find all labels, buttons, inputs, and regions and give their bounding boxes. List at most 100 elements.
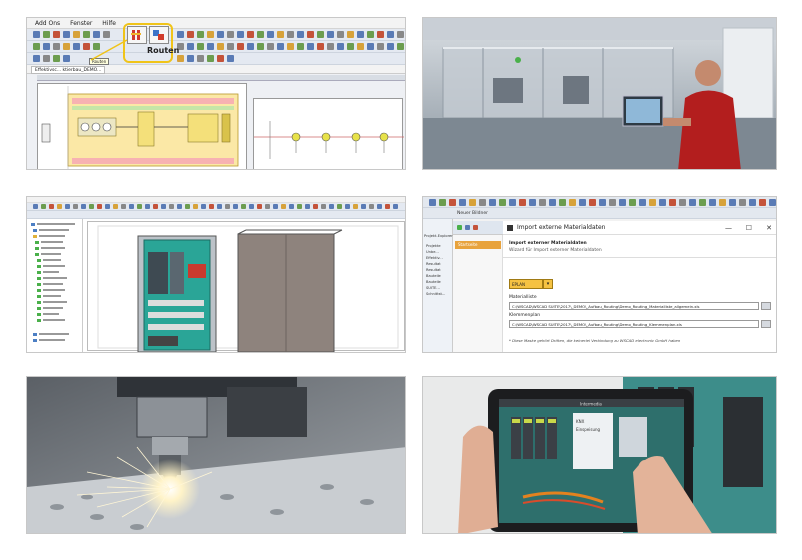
toolbar-icon[interactable] <box>187 55 194 62</box>
toolbar-icon[interactable] <box>257 31 264 38</box>
toolbar-icon[interactable] <box>337 31 344 38</box>
toolbar-icon[interactable] <box>145 204 150 209</box>
toolbar-icon[interactable] <box>247 31 254 38</box>
toolbar-icon[interactable] <box>559 199 566 206</box>
toolbar-icon[interactable] <box>73 31 80 38</box>
toolbar-icon[interactable] <box>287 31 294 38</box>
toolbar-icon[interactable] <box>53 55 60 62</box>
toolbar-icon[interactable] <box>361 204 366 209</box>
toolbar-icon[interactable] <box>33 55 40 62</box>
toolbar-icon[interactable] <box>393 204 398 209</box>
toolbar-icon[interactable] <box>357 31 364 38</box>
toolbar-icon[interactable] <box>519 199 526 206</box>
toolbar-icon[interactable] <box>549 199 556 206</box>
toolbar-icon[interactable] <box>273 204 278 209</box>
toolbar-icon[interactable] <box>769 199 776 206</box>
toolbar-icon[interactable] <box>129 204 134 209</box>
toolbar-icon[interactable] <box>347 31 354 38</box>
toolbar-icon[interactable] <box>347 43 354 50</box>
toolbar-icon[interactable] <box>317 43 324 50</box>
toolbar-icon[interactable] <box>237 31 244 38</box>
toolbar-icon[interactable] <box>169 204 174 209</box>
toolbar-icon[interactable] <box>187 43 194 50</box>
toolbar-icon[interactable] <box>113 204 118 209</box>
toolbar-icon[interactable] <box>63 31 70 38</box>
toolbar-icon[interactable] <box>489 199 496 206</box>
toolbar-icon[interactable] <box>233 204 238 209</box>
toolbar-icon[interactable] <box>305 204 310 209</box>
clamp-plan-path[interactable]: C:\WSCAD\WSCAD SUITE\2017\_DEMO\_Aufbau_… <box>509 320 759 328</box>
toolbar-icon[interactable] <box>41 204 46 209</box>
toolbar-icon[interactable] <box>197 55 204 62</box>
toolbar-icon[interactable] <box>297 31 304 38</box>
toolbar-icon[interactable] <box>43 43 50 50</box>
toolbar-icon[interactable] <box>679 199 686 206</box>
toolbar-icon[interactable] <box>385 204 390 209</box>
toolbar-icon[interactable] <box>729 199 736 206</box>
toolbar-icon[interactable] <box>53 31 60 38</box>
document-tab[interactable]: Effektivsc... ktierbau_DEMO... <box>31 66 106 74</box>
toolbar-icon[interactable] <box>689 199 696 206</box>
browse-clamp-button[interactable] <box>761 320 771 328</box>
toolbar-icon[interactable] <box>499 199 506 206</box>
toolbar-icon[interactable] <box>469 199 476 206</box>
toolbar-icon[interactable] <box>33 31 40 38</box>
toolbar-icon[interactable] <box>569 199 576 206</box>
toolbar-icon[interactable] <box>267 43 274 50</box>
toolbar-icon[interactable] <box>327 43 334 50</box>
toolbar-icon[interactable] <box>759 199 766 206</box>
toolbar-icon[interactable] <box>317 31 324 38</box>
toolbar-icon[interactable] <box>227 31 234 38</box>
toolbar-icon[interactable] <box>185 204 190 209</box>
toolbar-icon[interactable] <box>599 199 606 206</box>
toolbar-icon[interactable] <box>217 43 224 50</box>
toolbar-icon[interactable] <box>265 204 270 209</box>
material-list-path[interactable]: C:\WSCAD\WSCAD SUITE\2017\_DEMO\_Aufbau_… <box>509 302 759 310</box>
toolbar-icon[interactable] <box>353 204 358 209</box>
toolbar-icon[interactable] <box>281 204 286 209</box>
toolbar-icon[interactable] <box>397 31 404 38</box>
toolbar-icon[interactable] <box>429 199 436 206</box>
toolbar-icon[interactable] <box>53 43 60 50</box>
toolbar-icon[interactable] <box>619 199 626 206</box>
toolbar-icon[interactable] <box>63 43 70 50</box>
toolbar-icon[interactable] <box>73 204 78 209</box>
toolbar-icon[interactable] <box>329 204 334 209</box>
toolbar-icon[interactable] <box>529 199 536 206</box>
toolbar-icon[interactable] <box>377 31 384 38</box>
toolbar-icon[interactable] <box>327 31 334 38</box>
toolbar-icon[interactable] <box>193 204 198 209</box>
toolbar-icon[interactable] <box>161 204 166 209</box>
toolbar-icon[interactable] <box>297 43 304 50</box>
toolbar-icon[interactable] <box>257 43 264 50</box>
chevron-down-icon[interactable]: ▾ <box>543 279 553 289</box>
toolbar-icon[interactable] <box>629 199 636 206</box>
toolbar-icon[interactable] <box>719 199 726 206</box>
menu-hilfe[interactable]: Hilfe <box>102 20 116 27</box>
toolbar-icon[interactable] <box>249 204 254 209</box>
toolbar-icon[interactable] <box>207 31 214 38</box>
routing-button[interactable] <box>127 26 147 44</box>
toolbar-icon[interactable] <box>387 43 394 50</box>
toolbar-icon[interactable] <box>709 199 716 206</box>
toolbar-icon[interactable] <box>257 204 262 209</box>
minimize-button[interactable]: — <box>725 221 732 235</box>
toolbar-icon[interactable] <box>57 204 62 209</box>
toolbar-icon[interactable] <box>479 199 486 206</box>
toolbar-icon[interactable] <box>609 199 616 206</box>
tree-item[interactable]: Schnittst... <box>426 291 445 297</box>
toolbar-icon[interactable] <box>509 199 516 206</box>
toolbar-icon[interactable] <box>289 204 294 209</box>
maximize-button[interactable]: ☐ <box>746 221 752 235</box>
toolbar-icon[interactable] <box>337 43 344 50</box>
dialog-tool-icon[interactable] <box>465 225 470 230</box>
toolbar-icon[interactable] <box>297 204 302 209</box>
toolbar-icon[interactable] <box>307 31 314 38</box>
toolbar-icon[interactable] <box>105 204 110 209</box>
toolbar-icon[interactable] <box>639 199 646 206</box>
toolbar-icon[interactable] <box>377 204 382 209</box>
toolbar-icon[interactable] <box>89 204 94 209</box>
toolbar-icon[interactable] <box>33 43 40 50</box>
toolbar-icon[interactable] <box>357 43 364 50</box>
toolbar-icon[interactable] <box>227 43 234 50</box>
